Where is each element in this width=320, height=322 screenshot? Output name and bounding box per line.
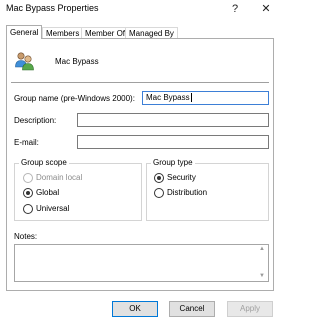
description-label: Description:	[14, 116, 57, 125]
text-caret	[190, 93, 192, 103]
radio-global-indicator	[23, 188, 33, 198]
radio-universal-label: Universal	[36, 204, 70, 213]
radio-distribution-indicator	[154, 188, 164, 198]
email-input[interactable]	[77, 135, 269, 149]
description-input[interactable]	[77, 113, 269, 127]
scroll-down-icon[interactable]: ▼	[258, 273, 266, 280]
notes-textarea[interactable]: ▲ ▼	[14, 244, 269, 282]
header-divider	[11, 82, 269, 83]
cancel-button[interactable]: Cancel	[169, 301, 215, 317]
scroll-up-icon[interactable]: ▲	[258, 246, 266, 253]
window-title: Mac Bypass Properties	[6, 3, 99, 13]
close-button[interactable]: ✕	[256, 0, 276, 18]
group-name-pre2000-value: Mac Bypass	[146, 93, 190, 102]
group-users-icon	[14, 51, 36, 71]
radio-distribution-label: Distribution	[167, 188, 208, 197]
close-icon: ✕	[261, 3, 271, 15]
group-type-box	[146, 163, 269, 221]
radio-security-label: Security	[167, 173, 196, 182]
tab-strip: General Members Member Of Managed By	[6, 25, 276, 39]
group-name-pre2000-input[interactable]: Mac Bypass	[142, 91, 269, 105]
ok-button[interactable]: OK	[112, 301, 158, 317]
help-icon: ?	[231, 3, 239, 15]
radio-global-label: Global	[36, 188, 60, 197]
email-label: E-mail:	[14, 138, 39, 147]
radio-universal-indicator	[23, 204, 33, 214]
group-scope-legend: Group scope	[19, 158, 69, 167]
group-name-pre2000-label: Group name (pre-Windows 2000):	[14, 94, 135, 103]
radio-domain-local-indicator	[23, 173, 33, 183]
help-button[interactable]: ?	[225, 0, 245, 18]
group-name-heading: Mac Bypass	[55, 57, 99, 66]
radio-domain-local-label: Domain local	[36, 173, 83, 182]
tab-general[interactable]: General	[6, 25, 43, 39]
notes-label: Notes:	[14, 232, 38, 241]
apply-button[interactable]: Apply	[227, 301, 273, 317]
radio-security-indicator	[154, 173, 164, 183]
group-type-legend: Group type	[151, 158, 195, 167]
